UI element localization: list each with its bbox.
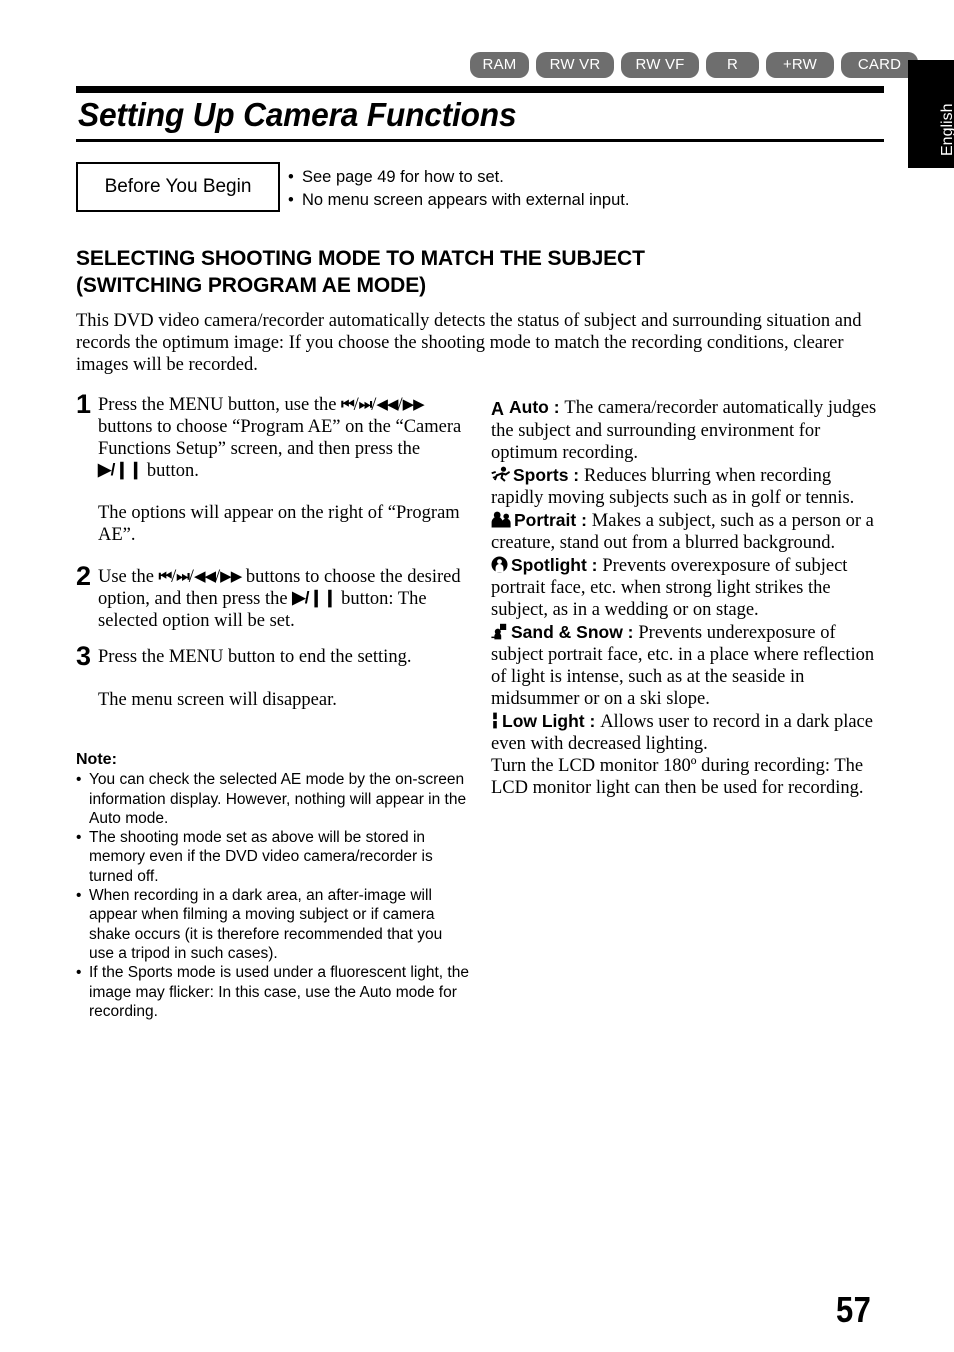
bullet-glyph: •: [76, 771, 82, 789]
skip-next-icon: ⏭: [176, 567, 189, 585]
media-badge-rw-vr: RW VR: [536, 52, 614, 78]
mode-name: Sports: [513, 465, 569, 485]
step-3: 3 Press the MENU button to end the setti…: [76, 641, 466, 671]
fast-forward-icon: ▶▶: [220, 567, 242, 585]
mode-name: Spotlight: [511, 555, 587, 575]
list-item: • The shooting mode set as above will be…: [76, 828, 471, 886]
before-you-begin-item-text: No menu screen appears with external inp…: [302, 191, 630, 209]
media-badge-rw-vf: RW VF: [621, 52, 699, 78]
lcd-monitor-note: Turn the LCD monitor 180º during recordi…: [491, 756, 864, 798]
fast-forward-icon: ▶▶: [402, 395, 425, 413]
title-rule-top: [76, 86, 884, 93]
bullet-glyph: •: [76, 887, 82, 905]
media-badge-ram: RAM: [470, 52, 529, 78]
bullet-glyph: •: [288, 168, 294, 186]
section-intro-paragraph: This DVD video camera/recorder automatic…: [76, 311, 862, 375]
step-number: 3: [76, 641, 92, 671]
before-you-begin-list: • See page 49 for how to set. • No menu …: [288, 166, 848, 212]
note-title-colon: :: [111, 751, 117, 768]
before-you-begin-item-text: See page 49 for how to set.: [302, 168, 504, 186]
bullet-glyph: •: [76, 829, 82, 847]
step-text-a: Use the: [98, 567, 159, 587]
step-number: 1: [76, 389, 92, 419]
running-person-icon: [491, 466, 510, 483]
mode-name: Sand & Snow: [511, 622, 623, 642]
step-1-subtext: The options will appear on the right of …: [98, 503, 460, 545]
title-rule-bottom: [76, 139, 884, 142]
step-text-c: button.: [142, 461, 199, 481]
rewind-icon: ◀◀: [193, 567, 216, 585]
section-heading: SELECTING SHOOTING MODE TO MATCH THE SUB…: [76, 245, 776, 299]
list-item: • See page 49 for how to set.: [288, 166, 848, 189]
mode-colon: :: [622, 622, 639, 642]
note-item-text: If the Sports mode is used under a fluor…: [89, 964, 469, 1020]
step-3-subtext: The menu screen will disappear.: [98, 690, 337, 710]
mode-portrait: Portrait : Makes a subject, such as a pe…: [491, 509, 885, 554]
step-text: Press the MENU button, use the ⏮/⏭/◀◀/▶▶…: [98, 394, 466, 482]
procedure-column: 1 Press the MENU button, use the ⏮/⏭/◀◀/…: [76, 389, 466, 711]
before-you-begin-label: Before You Begin: [104, 176, 252, 197]
media-type-badge-group: RAM RW VR RW VF R +RW CARD: [470, 52, 918, 78]
rewind-icon: ◀◀: [376, 395, 398, 413]
mode-low-light: Low Light : Allows user to record in a d…: [491, 710, 885, 755]
skip-previous-icon: ⏮: [158, 567, 172, 585]
mode-colon: :: [548, 397, 565, 417]
page-number: 57: [836, 1289, 872, 1330]
mode-colon: :: [568, 465, 584, 485]
media-badge-r: R: [706, 52, 759, 78]
skip-previous-icon: ⏮: [341, 395, 354, 413]
bullet-glyph: •: [288, 191, 294, 209]
step-text: Use the ⏮/⏭/◀◀/▶▶ buttons to choose the …: [98, 566, 466, 632]
language-side-tab: English: [908, 60, 954, 168]
play-pause-icon: ▶/❙❙: [98, 460, 143, 479]
list-item: • When recording in a dark area, an afte…: [76, 886, 471, 963]
sand-snow-icon: [491, 623, 508, 640]
list-item: • If the Sports mode is used under a flu…: [76, 963, 471, 1021]
step-text: Press the MENU button to end the setting…: [98, 647, 412, 667]
note-title-text: Note: [76, 751, 112, 768]
before-you-begin-box: Before You Begin: [76, 162, 280, 212]
spotlight-person-icon: [491, 556, 508, 573]
step-2: 2 Use the ⏮/⏭/◀◀/▶▶ buttons to choose th…: [76, 561, 466, 632]
two-people-icon: [491, 511, 511, 528]
mode-sports: Sports : Reduces blurring when recording…: [491, 464, 885, 509]
mode-colon: :: [584, 711, 601, 731]
page-title: Setting Up Camera Functions: [78, 96, 517, 133]
mode-colon: :: [586, 555, 603, 575]
bullet-glyph: •: [76, 964, 82, 982]
media-badge-plus-rw: +RW: [766, 52, 834, 78]
play-pause-icon: ▶/❙❙: [292, 588, 337, 607]
mode-name: Auto: [509, 397, 549, 417]
mode-name: Low Light: [502, 711, 585, 731]
step-number: 2: [76, 561, 92, 591]
list-item: • No menu screen appears with external i…: [288, 189, 848, 212]
letter-a-icon: A: [491, 399, 504, 419]
skip-next-icon: ⏭: [358, 395, 372, 413]
mode-spotlight: Spotlight : Prevents overexposure of sub…: [491, 554, 885, 621]
step-text-b: buttons to choose “Program AE” on the “C…: [98, 417, 462, 459]
step-text-a: Press the MENU button, use the: [98, 395, 342, 415]
mode-colon: :: [576, 510, 592, 530]
list-item: • You can check the selected AE mode by …: [76, 770, 471, 828]
mode-auto: A Auto : The camera/recorder automaticall…: [491, 396, 885, 464]
note-item-text: When recording in a dark area, an after-…: [89, 887, 443, 962]
note-block: Note: • You can check the selected AE mo…: [76, 750, 471, 1021]
low-light-icon: [491, 712, 499, 729]
program-ae-modes-column: A Auto : The camera/recorder automaticall…: [491, 396, 885, 799]
section-heading-line-2: (SWITCHING PROGRAM AE MODE): [76, 274, 427, 297]
note-item-text: The shooting mode set as above will be s…: [89, 829, 433, 885]
media-badge-card: CARD: [841, 52, 918, 78]
step-1: 1 Press the MENU button, use the ⏮/⏭/◀◀/…: [76, 389, 466, 482]
language-tab-label: English: [939, 103, 954, 156]
mode-name: Portrait: [514, 510, 577, 530]
section-heading-line-1: SELECTING SHOOTING MODE TO MATCH THE SUB…: [76, 247, 645, 270]
mode-sand-snow: Sand & Snow : Prevents underexposure of …: [491, 621, 885, 710]
note-item-text: You can check the selected AE mode by th…: [89, 771, 467, 827]
note-title: Note:: [76, 750, 471, 769]
